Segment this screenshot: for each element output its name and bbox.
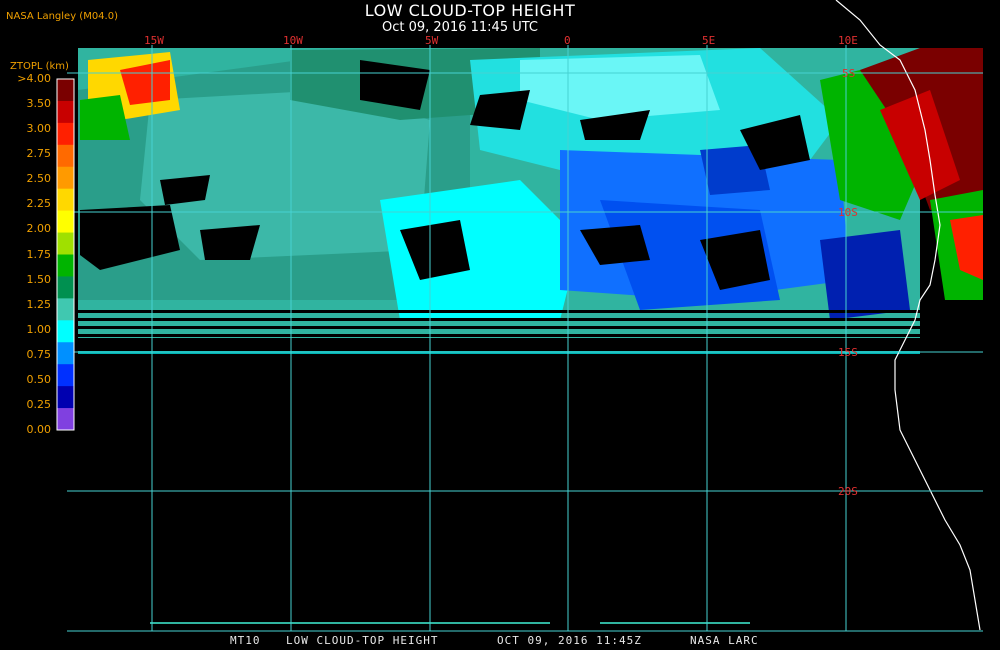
legend-label: 0.25 — [26, 397, 52, 411]
legend-swatch — [57, 166, 74, 190]
legend-swatch — [57, 100, 74, 124]
legend-title: ZTOPL (km) — [10, 61, 69, 72]
legend-label: 0.00 — [26, 423, 52, 436]
lat-label-15s: 15S — [838, 346, 858, 359]
legend-swatch — [57, 386, 74, 409]
legend-label: 0.50 — [26, 372, 52, 386]
legend-swatch — [57, 79, 74, 102]
legend-label: >4.00 — [17, 72, 51, 85]
legend-label: 2.25 — [26, 197, 52, 211]
lat-label-10s: 10S — [838, 206, 858, 219]
legend-label: 3.50 — [26, 97, 52, 111]
legend-swatch — [57, 342, 74, 365]
legend-swatch — [57, 210, 74, 234]
lon-label-15w: 15W — [144, 34, 164, 47]
legend-label: 3.00 — [26, 122, 52, 136]
legend-swatch — [57, 408, 74, 431]
color-scale-bar — [56, 78, 75, 431]
legend-swatch — [57, 144, 74, 168]
legend-swatch — [57, 122, 74, 146]
legend-label: 0.75 — [26, 347, 52, 361]
map-title: LOW CLOUD-TOP HEIGHT — [364, 1, 576, 20]
lat-label-20s: 20S — [838, 485, 858, 498]
legend-swatch — [57, 232, 74, 255]
footer-product: MT10 — [230, 634, 261, 647]
lon-label-0: 0 — [564, 34, 571, 47]
lon-label-10w: 10W — [283, 34, 303, 47]
footer-source: NASA LARC — [690, 634, 759, 647]
legend-label: 2.75 — [26, 147, 52, 161]
legend-label: 1.00 — [26, 322, 52, 336]
legend-label: 1.50 — [26, 272, 52, 286]
legend-swatch — [57, 254, 74, 277]
legend-label: 2.50 — [26, 172, 52, 186]
legend-swatch — [57, 320, 74, 343]
map-canvas: 15W 10W 5W 0 5E 10E 5S 10S 15S 20S — [0, 0, 1000, 650]
lat-label-5s: 5S — [842, 67, 855, 80]
legend-label: 2.00 — [26, 222, 52, 236]
lon-label-5e: 5E — [702, 34, 715, 47]
legend-label: 1.75 — [26, 247, 52, 261]
legend-swatch — [57, 188, 74, 212]
legend-swatch — [57, 298, 74, 321]
footer-title: LOW CLOUD-TOP HEIGHT — [286, 634, 439, 647]
lon-label-5w: 5W — [425, 34, 439, 47]
credit-label: NASA Langley (M04.0) — [6, 11, 118, 22]
legend-swatch — [57, 276, 74, 299]
legend-label: 1.25 — [26, 297, 52, 311]
legend-swatch — [57, 364, 74, 387]
lon-label-10e: 10E — [838, 34, 858, 47]
map-subtitle: Oct 09, 2016 11:45 UTC — [382, 20, 538, 35]
footer-datetime: OCT 09, 2016 11:45Z — [497, 634, 642, 647]
